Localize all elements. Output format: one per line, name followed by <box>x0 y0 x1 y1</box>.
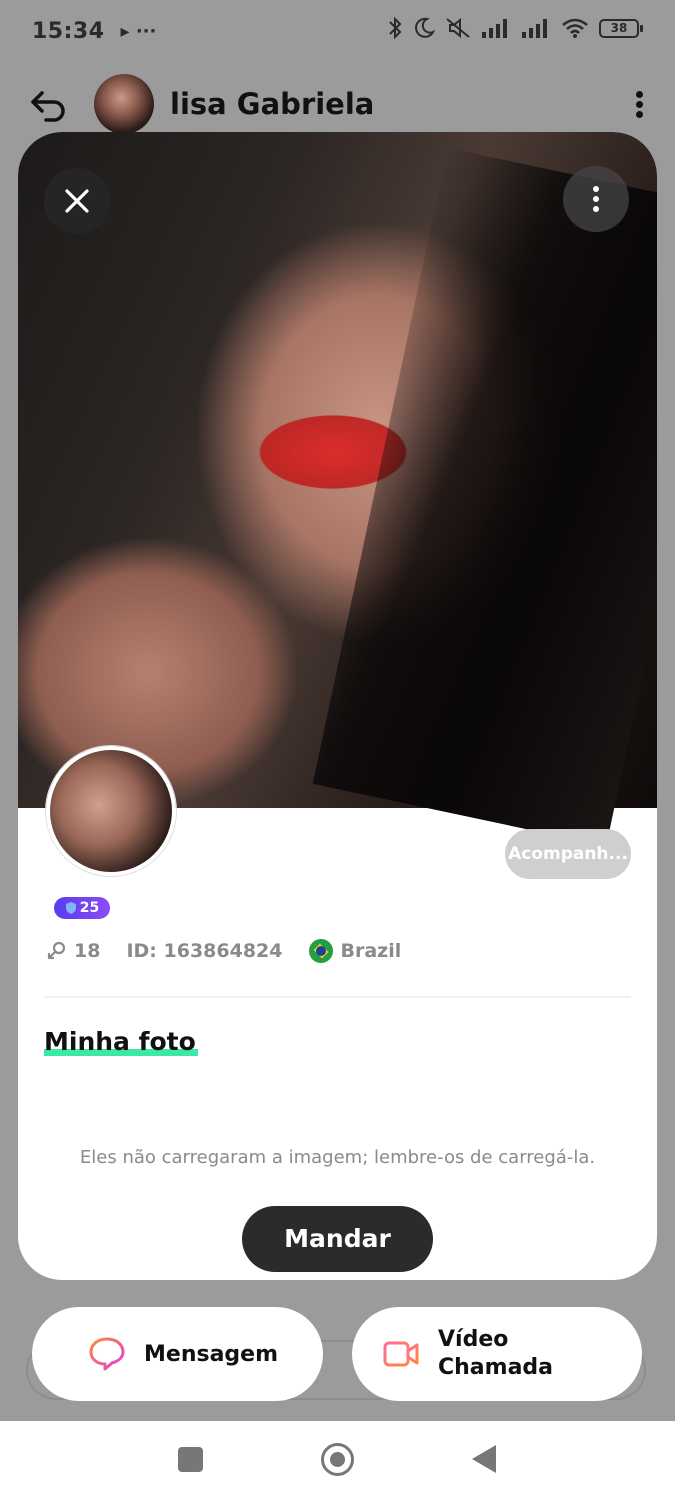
close-button[interactable] <box>44 168 110 234</box>
video-call-label-line2: Chamada <box>438 1355 554 1380</box>
country-label: Brazil <box>340 940 402 962</box>
send-button[interactable]: Mandar <box>242 1206 433 1272</box>
chat-header: lisa Gabriela <box>0 72 675 136</box>
fans-icon <box>47 941 66 960</box>
header-contact-name[interactable]: lisa Gabriela <box>170 87 374 121</box>
status-time: 15:34 <box>32 18 105 44</box>
moon-icon <box>415 17 435 38</box>
avatar[interactable] <box>46 746 176 876</box>
header-avatar[interactable] <box>94 74 154 134</box>
level-value: 25 <box>79 900 100 916</box>
signal-icon <box>482 19 507 38</box>
video-call-label: Vídeo Chamada <box>438 1326 553 1382</box>
level-badge: 25 <box>54 897 110 919</box>
mute-icon <box>446 17 470 39</box>
profile-card: Acompanh... 25 18 ID: 163864824 Brazil M… <box>18 132 657 1280</box>
chat-bubble-icon <box>89 1337 125 1371</box>
empty-photos-note: Eles não carregaram a imagem; lembre-os … <box>79 1147 596 1168</box>
system-nav-bar <box>0 1421 675 1500</box>
status-extra-indicators: ▸ ··· <box>120 20 157 42</box>
status-bar: 15:34 ▸ ··· 38 <box>0 0 675 62</box>
back-icon[interactable] <box>472 1445 496 1473</box>
fans-count: 18 <box>74 940 101 962</box>
shield-icon <box>65 902 76 914</box>
divider <box>44 996 631 998</box>
section-title-photos: Minha foto <box>44 1027 198 1056</box>
status-icons: 38 <box>387 16 643 40</box>
video-camera-icon <box>383 1341 419 1367</box>
user-id: ID: 163864824 <box>126 940 283 962</box>
video-call-label-line1: Vídeo <box>438 1327 509 1352</box>
brazil-flag-icon <box>308 939 333 963</box>
close-icon <box>65 189 89 213</box>
follow-button[interactable]: Acompanh... <box>505 829 631 879</box>
photo-more-icon[interactable] <box>563 166 629 232</box>
profile-info-row: 18 ID: 163864824 Brazil <box>46 936 401 966</box>
message-button[interactable]: Mensagem <box>32 1307 323 1401</box>
home-icon[interactable] <box>321 1443 354 1476</box>
wifi-icon <box>562 18 588 38</box>
back-arrow-icon[interactable] <box>28 84 68 124</box>
message-button-label: Mensagem <box>144 1341 279 1367</box>
header-more-icon[interactable] <box>636 88 643 121</box>
profile-cover-photo <box>18 132 657 847</box>
battery-icon: 38 <box>599 18 643 38</box>
recent-apps-icon[interactable] <box>178 1447 203 1472</box>
signal-icon <box>522 19 547 38</box>
bluetooth-icon <box>389 16 402 40</box>
video-call-button[interactable]: Vídeo Chamada <box>352 1307 642 1401</box>
